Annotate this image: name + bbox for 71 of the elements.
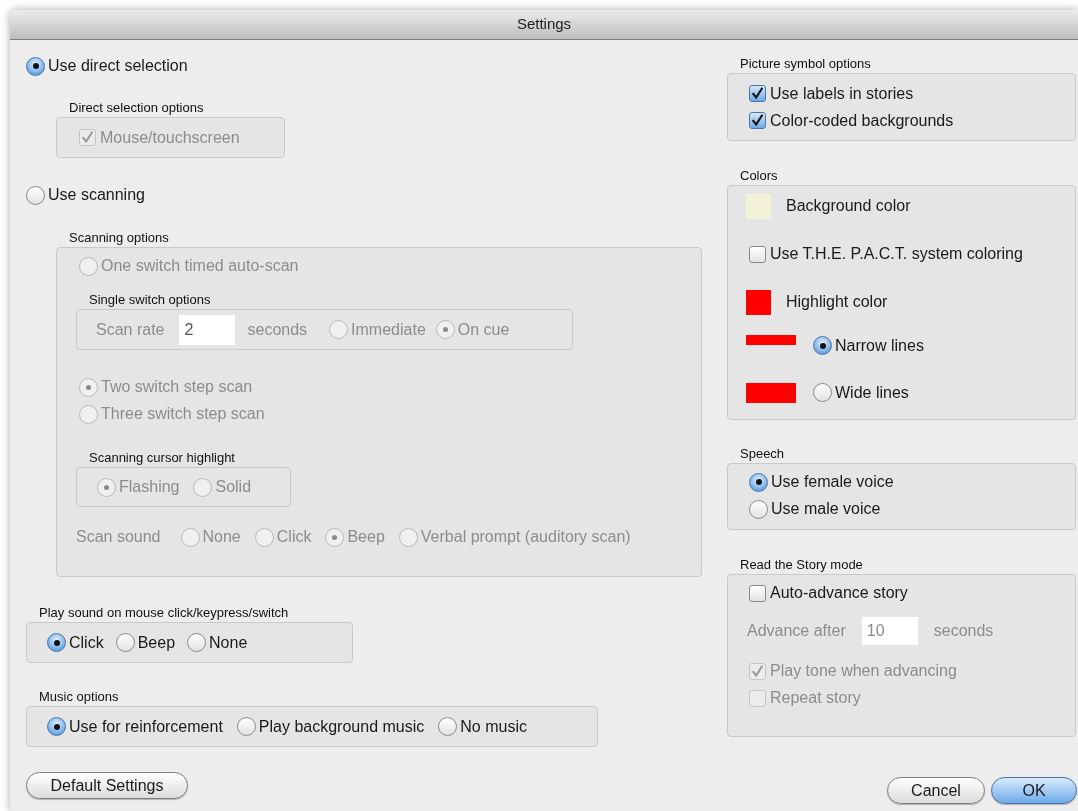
option-label: Two switch step scan bbox=[101, 377, 253, 397]
group-title: Colors bbox=[740, 168, 779, 184]
radio-button[interactable] bbox=[749, 472, 768, 492]
radio-button[interactable] bbox=[47, 633, 66, 652]
advance-label: Advance after bbox=[747, 621, 846, 641]
radio-button[interactable] bbox=[236, 717, 256, 736]
group-title: Picture symbol options bbox=[740, 56, 872, 72]
radio-button[interactable] bbox=[26, 185, 45, 205]
option-label: Click bbox=[69, 632, 104, 653]
group-title: Direct selection options bbox=[69, 100, 205, 116]
option-label: Immediate bbox=[351, 319, 426, 340]
option-label: Flashing bbox=[119, 477, 180, 497]
option-label: Narrow lines bbox=[835, 335, 924, 356]
dialog-button[interactable]: OK bbox=[991, 777, 1077, 804]
checkmark-icon bbox=[80, 130, 95, 145]
option-label: Verbal prompt (auditory scan) bbox=[420, 527, 631, 547]
option-label: Use for reinforcement bbox=[69, 716, 223, 737]
option-label: Three switch step scan bbox=[101, 404, 265, 424]
checkmark-icon bbox=[750, 86, 765, 101]
option-label: Beep bbox=[347, 527, 385, 547]
option-label: Color-coded backgrounds bbox=[770, 110, 954, 131]
option-label: Use labels in stories bbox=[770, 83, 914, 104]
group-title: Scanning options bbox=[69, 230, 170, 246]
option-label: None bbox=[209, 632, 248, 653]
checkbox[interactable] bbox=[749, 85, 766, 102]
option-label: On cue bbox=[457, 319, 510, 340]
radio-button[interactable] bbox=[115, 633, 135, 652]
option-label: Beep bbox=[137, 632, 176, 653]
option-label: None bbox=[202, 527, 241, 547]
option-label: Use scanning bbox=[48, 185, 145, 205]
radio-button[interactable] bbox=[438, 717, 458, 736]
radio-button[interactable] bbox=[47, 717, 66, 736]
option-label: Play background music bbox=[258, 716, 425, 737]
scan-rate-label: Scan rate bbox=[96, 319, 165, 340]
color-label: Background color bbox=[786, 196, 911, 216]
option-label: Repeat story bbox=[770, 688, 861, 708]
color-swatch[interactable] bbox=[746, 289, 771, 315]
color-label: Highlight color bbox=[786, 292, 888, 312]
option-label: Play tone when advancing bbox=[770, 661, 957, 681]
checkbox[interactable] bbox=[749, 245, 766, 263]
group-title: Play sound on mouse click/keypress/switch bbox=[39, 605, 290, 621]
group-title: Read the Story mode bbox=[740, 557, 864, 573]
checkmark-icon bbox=[750, 663, 765, 679]
option-label: Use direct selection bbox=[48, 56, 188, 76]
checkmark-icon bbox=[750, 113, 765, 128]
option-label: Mouse/touchscreen bbox=[100, 127, 240, 148]
checkbox[interactable] bbox=[749, 112, 766, 129]
unit-label: seconds bbox=[247, 319, 308, 340]
option-label: Click bbox=[276, 527, 312, 547]
dialog-button[interactable]: Cancel bbox=[887, 777, 985, 804]
default-settings-button[interactable]: Default Settings bbox=[26, 772, 188, 799]
option-label: No music bbox=[460, 716, 527, 737]
option-label: Use T.H.E. P.A.C.T. system coloring bbox=[770, 244, 1023, 264]
radio-button[interactable] bbox=[187, 633, 207, 652]
option-label: Auto-advance story bbox=[770, 583, 908, 603]
option-label: Use female voice bbox=[771, 472, 894, 492]
radio-button[interactable] bbox=[813, 336, 832, 355]
group-title: Music options bbox=[39, 689, 120, 705]
radio-button[interactable] bbox=[813, 383, 832, 402]
group-title: Speech bbox=[740, 446, 786, 462]
option-label: Solid bbox=[215, 477, 252, 497]
radio-button[interactable] bbox=[749, 499, 768, 519]
window-title: Settings bbox=[516, 14, 572, 35]
option-label: Use male voice bbox=[771, 499, 881, 519]
option-label: Wide lines bbox=[835, 382, 909, 403]
option-label: One switch timed auto-scan bbox=[101, 256, 299, 276]
group-title: Scanning cursor highlight bbox=[89, 450, 236, 466]
group-title: Single switch options bbox=[89, 292, 212, 308]
radio-button[interactable] bbox=[26, 56, 45, 76]
scan-sound-label: Scan sound bbox=[76, 527, 161, 547]
unit-label: seconds bbox=[933, 621, 994, 641]
